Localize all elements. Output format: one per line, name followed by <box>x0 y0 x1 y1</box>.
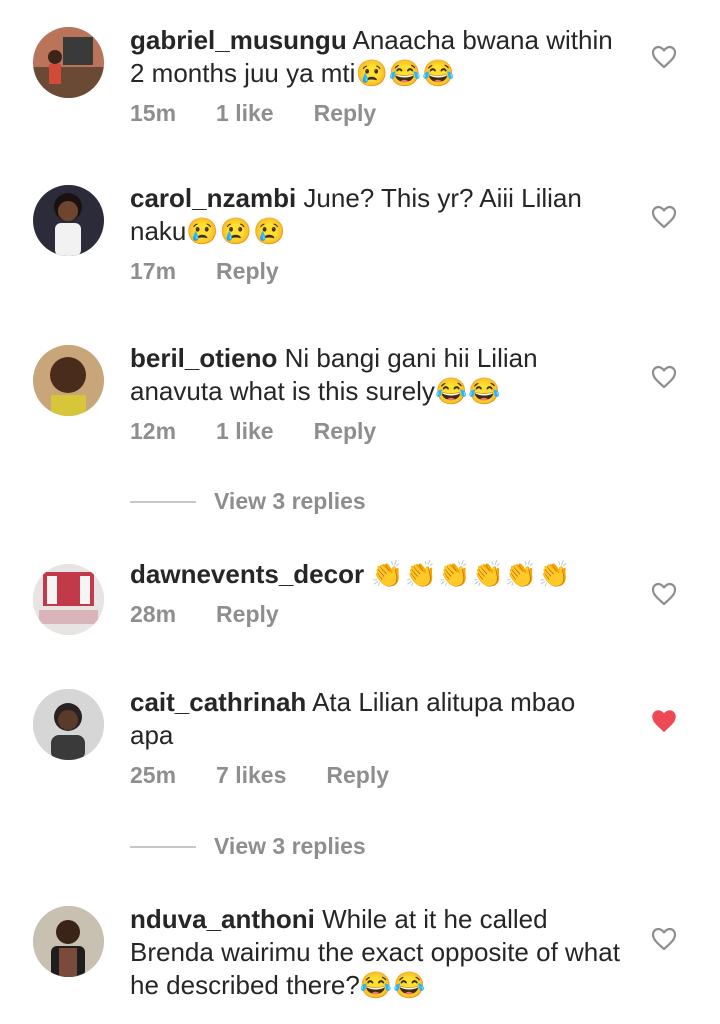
view-replies-label[interactable]: View 3 replies <box>214 488 366 515</box>
comment-meta: 12m 1 like Reply <box>130 418 620 445</box>
comment-username[interactable]: carol_nzambi <box>130 183 296 213</box>
heart-icon[interactable] <box>651 205 677 229</box>
heart-filled-icon[interactable] <box>651 709 677 733</box>
comment-body: gabriel_musungu Anaacha bwana within 2 m… <box>130 24 620 127</box>
comment-username[interactable]: gabriel_musungu <box>130 25 347 55</box>
avatar[interactable] <box>33 185 104 256</box>
comment-likes[interactable]: 7 likes <box>216 762 286 789</box>
comment-body: beril_otieno Ni bangi gani hii Lilian an… <box>130 342 620 445</box>
comment-emojis: 😢😢😢 <box>186 216 287 246</box>
comment-text: gabriel_musungu Anaacha bwana within 2 m… <box>130 24 620 90</box>
comment-username[interactable]: nduva_anthoni <box>130 904 315 934</box>
comment-likes[interactable]: 1 like <box>216 100 274 127</box>
comment-body: nduva_anthoni While at it he called Bren… <box>130 903 620 1002</box>
comment-text: cait_cathrinah Ata Lilian alitupa mbao a… <box>130 686 620 752</box>
heart-icon[interactable] <box>651 45 677 69</box>
replies-divider <box>130 500 196 503</box>
comment-likes[interactable]: 1 like <box>216 418 274 445</box>
comment-username[interactable]: cait_cathrinah <box>130 687 306 717</box>
comment-body: carol_nzambi June? This yr? Aiii Lilian … <box>130 182 620 285</box>
view-replies-label[interactable]: View 3 replies <box>214 833 366 860</box>
comment-time: 28m <box>130 601 177 627</box>
heart-icon[interactable] <box>651 582 677 606</box>
reply-button[interactable]: Reply <box>326 762 389 789</box>
avatar[interactable] <box>33 906 104 977</box>
avatar[interactable] <box>33 345 104 416</box>
comment-emojis: 😂😂 <box>359 970 427 1000</box>
comment-meta: 25m 7 likes Reply <box>130 762 620 789</box>
heart-icon[interactable] <box>651 365 677 389</box>
comment-emojis: 😂😂 <box>434 376 502 406</box>
comment-time: 25m <box>130 762 177 788</box>
comment-body: cait_cathrinah Ata Lilian alitupa mbao a… <box>130 686 620 789</box>
comment-body: dawnevents_decor 👏👏👏👏👏👏 28m Reply <box>130 558 620 628</box>
reply-button[interactable]: Reply <box>314 418 377 445</box>
comment-time: 12m <box>130 418 177 444</box>
reply-button[interactable]: Reply <box>216 601 279 628</box>
comment-username[interactable]: dawnevents_decor <box>130 559 364 589</box>
comment-username[interactable]: beril_otieno <box>130 343 277 373</box>
comment-emojis: 👏👏👏👏👏👏 <box>371 559 572 589</box>
comment-text: dawnevents_decor 👏👏👏👏👏👏 <box>130 558 620 591</box>
avatar[interactable] <box>33 564 104 635</box>
view-replies-button[interactable]: View 3 replies <box>130 833 366 860</box>
heart-icon[interactable] <box>651 927 677 951</box>
comment-time: 15m <box>130 100 177 126</box>
avatar[interactable] <box>33 27 104 98</box>
reply-button[interactable]: Reply <box>314 100 377 127</box>
comment-meta: 17m Reply <box>130 258 620 285</box>
comment-emojis: 😢😂😂 <box>355 58 456 88</box>
comment-meta: 15m 1 like Reply <box>130 100 620 127</box>
comment-text: nduva_anthoni While at it he called Bren… <box>130 903 620 1002</box>
comment-text: carol_nzambi June? This yr? Aiii Lilian … <box>130 182 620 248</box>
comment-text: beril_otieno Ni bangi gani hii Lilian an… <box>130 342 620 408</box>
replies-divider <box>130 845 196 848</box>
avatar[interactable] <box>33 689 104 760</box>
comment-meta: 28m Reply <box>130 601 620 628</box>
view-replies-button[interactable]: View 3 replies <box>130 488 366 515</box>
reply-button[interactable]: Reply <box>216 258 279 285</box>
comment-time: 17m <box>130 258 177 284</box>
